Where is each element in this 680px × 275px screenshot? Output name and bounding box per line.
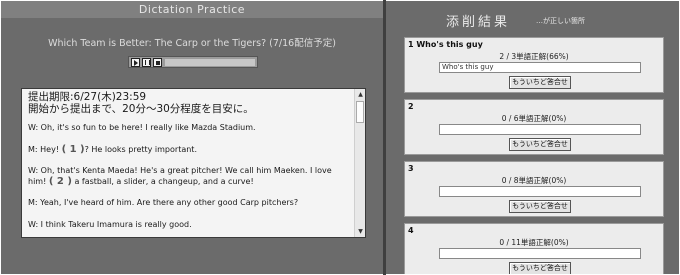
result-box: 4 0 / 11単語正解(0%) もういちど答合せ — [404, 223, 664, 274]
line-text: W: I think Takeru Imamura is really good… — [28, 219, 192, 229]
answer-field[interactable] — [439, 186, 641, 197]
lesson-title: Which Team is Better: The Carp or the Ti… — [48, 38, 336, 49]
line-text: M: Hey! — [28, 144, 62, 154]
result-box: 3 0 / 8単語正解(0%) もういちど答合せ — [404, 161, 664, 217]
blank-marker: ( 2 ) — [48, 175, 72, 187]
transcript-area[interactable]: 提出期限:6/27(木)23:59 開始から提出まで、20分〜30分程度を目安に… — [21, 88, 366, 238]
transcript-content: 提出期限:6/27(木)23:59 開始から提出まで、20分〜30分程度を目安に… — [28, 91, 350, 237]
pause-icon[interactable] — [142, 58, 151, 67]
play-icon[interactable] — [131, 58, 140, 67]
result-box: 1 Who's this guy 2 / 3単語正解(66%) Who's th… — [404, 37, 664, 93]
time-guide: 開始から提出まで、20分〜30分程度を目安に。 — [28, 103, 254, 115]
progress-track[interactable] — [165, 59, 255, 66]
line-text: ? He looks pretty important. — [84, 144, 197, 154]
panel-title: Dictation Practice — [1, 1, 383, 18]
results-panel: 添削結果 …が正しい箇所 1 Who's this guy 2 / 3単語正解(… — [386, 1, 679, 274]
result-label: 3 — [408, 164, 414, 173]
scroll-thumb[interactable] — [356, 101, 364, 123]
arrow-up-icon[interactable]: ▲ — [356, 90, 365, 99]
answer-field[interactable] — [439, 248, 641, 259]
arrow-down-icon[interactable]: ▼ — [356, 227, 365, 236]
result-score: 0 / 8単語正解(0%) — [501, 176, 567, 185]
results-header: 添削結果 …が正しい箇所 — [386, 1, 679, 35]
dictation-panel: Dictation Practice Which Team is Better:… — [1, 1, 383, 274]
transcript-line: M: Hey! ( 1 )? He looks pretty important… — [28, 143, 350, 156]
result-label: 4 — [408, 226, 414, 235]
recheck-button[interactable]: もういちど答合せ — [509, 262, 571, 274]
transcript-line: W: Oh, that's Kenta Maeda! He's a great … — [28, 166, 350, 187]
line-text: a fastball, a slider, a changeup, and a … — [71, 176, 254, 186]
line-text: W: Oh, it's so fun to be here! I really … — [28, 123, 256, 132]
line-text: M: Yeah, I've heard of him. Are there an… — [28, 198, 299, 207]
audio-player — [128, 56, 258, 68]
recheck-button[interactable]: もういちど答合せ — [509, 138, 571, 151]
answer-field[interactable] — [439, 124, 641, 135]
answer-field[interactable]: Who's this guy — [439, 62, 641, 73]
result-label: 1 Who's this guy — [408, 40, 483, 49]
transcript-line: W: Oh, it's so fun to be here! I really … — [28, 123, 350, 134]
stop-icon[interactable] — [153, 58, 162, 67]
recheck-button[interactable]: もういちど答合せ — [509, 76, 571, 89]
scrollbar[interactable]: ▲ ▼ — [354, 89, 365, 237]
result-label: 2 — [408, 102, 414, 111]
transcript-line: W: I think Takeru Imamura is really good… — [28, 220, 350, 231]
transcript-line: M: Yeah, I've heard of him. Are there an… — [28, 198, 350, 209]
result-score: 0 / 11単語正解(0%) — [499, 238, 569, 247]
results-note: …が正しい箇所 — [536, 17, 585, 25]
deadline-text: 提出期限:6/27(木)23:59 — [28, 91, 147, 103]
result-score: 0 / 6単語正解(0%) — [501, 114, 567, 123]
result-score: 2 / 3単語正解(66%) — [499, 52, 569, 61]
recheck-button[interactable]: もういちど答合せ — [509, 200, 571, 213]
blank-marker: ( 1 ) — [61, 143, 85, 155]
results-title: 添削結果 — [446, 15, 511, 30]
result-box: 2 0 / 6単語正解(0%) もういちど答合せ — [404, 99, 664, 155]
